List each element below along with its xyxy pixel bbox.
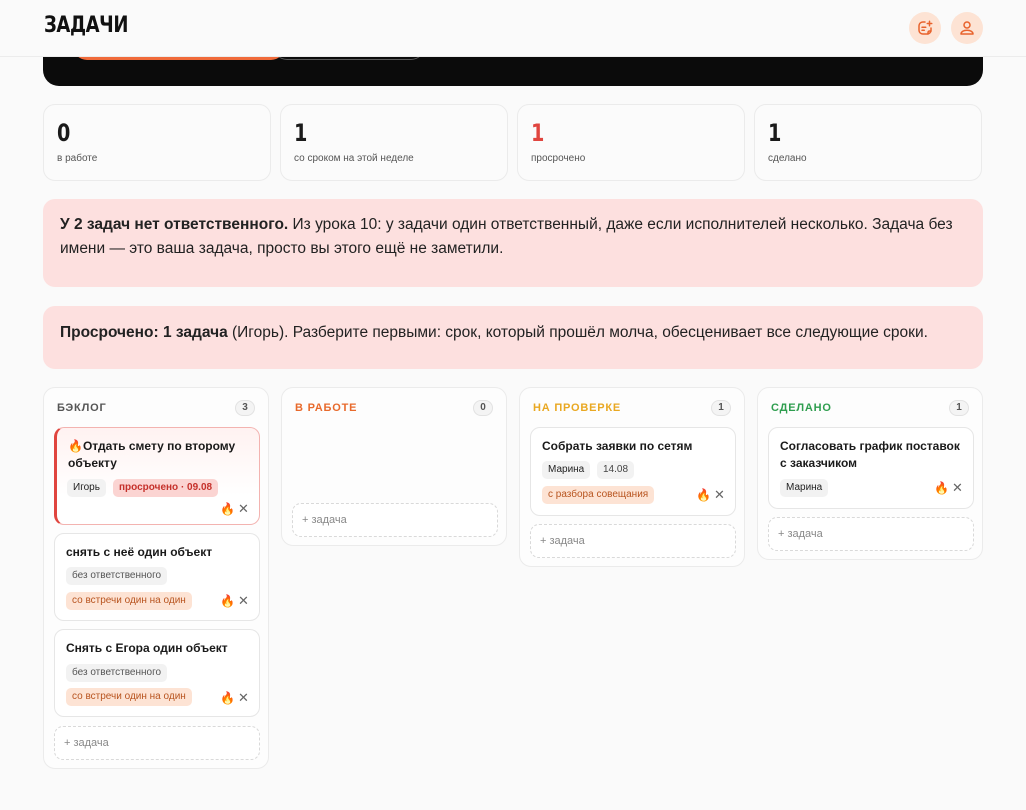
stat-value: 1 <box>768 119 782 147</box>
task-card[interactable]: Собрать заявки по сетям Марина 14.08 с р… <box>530 427 736 516</box>
task-card[interactable]: снять с неё один объект без ответственно… <box>54 533 260 621</box>
assignee-chip: Марина <box>542 461 591 479</box>
column-count: 3 <box>235 400 255 416</box>
stat-label: сделано <box>768 153 807 164</box>
fire-icon[interactable]: 🔥 <box>220 594 235 608</box>
profile-button[interactable] <box>951 12 983 44</box>
source-chip: со встречи один на один <box>66 688 192 706</box>
add-task-button[interactable]: + задача <box>54 726 260 760</box>
note-add-icon <box>918 20 933 35</box>
task-card[interactable]: Согласовать график поставок с заказчиком… <box>768 427 974 509</box>
column-backlog: БЭКЛОГ 3 🔥Отдать смету по второму объект… <box>43 387 269 769</box>
assignee-chip: без ответственного <box>66 664 168 682</box>
fire-icon[interactable]: 🔥 <box>220 502 235 516</box>
add-task-button[interactable]: + задача <box>768 517 974 551</box>
column-done: СДЕЛАНО 1 Согласовать график поставок с … <box>757 387 983 560</box>
stat-value: 0 <box>57 119 71 147</box>
column-title: СДЕЛАНО <box>771 402 832 414</box>
assignee-chip: Марина <box>780 479 829 497</box>
stat-value: 1 <box>531 119 545 147</box>
task-title: снять с неё один объект <box>66 545 213 559</box>
close-icon[interactable]: ✕ <box>238 502 249 516</box>
column-title: НА ПРОВЕРКЕ <box>533 402 622 414</box>
column-header: СДЕЛАНО 1 <box>758 388 982 428</box>
stat-due-this-week: 1 со сроком на этой неделе <box>280 104 508 181</box>
assignee-chip: Игорь <box>67 479 106 497</box>
column-header: НА ПРОВЕРКЕ 1 <box>520 388 744 428</box>
column-header: В РАБОТЕ 0 <box>282 388 506 428</box>
fire-icon[interactable]: 🔥 <box>696 488 711 502</box>
close-icon[interactable]: ✕ <box>952 481 963 495</box>
column-count: 1 <box>949 400 969 416</box>
app-title: ЗАДАЧИ <box>44 13 129 38</box>
close-icon[interactable]: ✕ <box>238 691 249 705</box>
alert-overdue: Просрочено: 1 задача (Игорь). Разберите … <box>43 306 983 369</box>
stat-label: со сроком на этой неделе <box>294 153 414 164</box>
task-card[interactable]: Снять с Егора один объект без ответствен… <box>54 629 260 717</box>
add-note-button[interactable] <box>909 12 941 44</box>
column-in-progress: В РАБОТЕ 0 + задача <box>281 387 507 546</box>
user-icon <box>960 21 974 35</box>
fire-icon[interactable]: 🔥 <box>220 691 235 705</box>
add-task-button[interactable]: + задача <box>292 503 498 537</box>
column-title: В РАБОТЕ <box>295 402 358 414</box>
stat-in-progress: 0 в работе <box>43 104 271 181</box>
column-title: БЭКЛОГ <box>57 402 107 414</box>
column-count: 1 <box>711 400 731 416</box>
stat-overdue: 1 просрочено <box>517 104 745 181</box>
column-header: БЭКЛОГ 3 <box>44 388 268 428</box>
due-date-chip: 14.08 <box>597 461 635 479</box>
column-count: 0 <box>473 400 493 416</box>
stat-value: 1 <box>294 119 308 147</box>
task-title: Согласовать график поставок с заказчиком <box>780 439 960 470</box>
close-icon[interactable]: ✕ <box>238 594 249 608</box>
column-review: НА ПРОВЕРКЕ 1 Собрать заявки по сетям Ма… <box>519 387 745 567</box>
alert-no-assignee: У 2 задач нет ответственного. Из урока 1… <box>43 199 983 287</box>
source-chip: с разбора совещания <box>542 486 655 504</box>
stat-label: в работе <box>57 153 98 164</box>
task-card[interactable]: 🔥Отдать смету по второму объекту Игорь п… <box>54 427 260 525</box>
top-bar: ЗАДАЧИ <box>0 0 1026 57</box>
assignee-chip: без ответственного <box>66 567 168 585</box>
source-chip: со встречи один на один <box>66 592 192 610</box>
alert-heading: У 2 задач нет ответственного. <box>60 216 289 233</box>
fire-icon[interactable]: 🔥 <box>934 481 949 495</box>
task-title: 🔥Отдать смету по второму объекту <box>68 439 236 470</box>
stat-label: просрочено <box>531 153 586 164</box>
task-title: Снять с Егора один объект <box>66 641 228 655</box>
stat-done: 1 сделано <box>754 104 982 181</box>
task-title: Собрать заявки по сетям <box>542 439 693 453</box>
alert-heading: Просрочено: 1 задача <box>60 324 228 341</box>
alert-text: (Игорь). Разберите первыми: срок, которы… <box>227 324 928 341</box>
close-icon[interactable]: ✕ <box>714 488 725 502</box>
add-task-button[interactable]: + задача <box>530 524 736 558</box>
overdue-badge: просрочено · 09.08 <box>113 479 219 497</box>
